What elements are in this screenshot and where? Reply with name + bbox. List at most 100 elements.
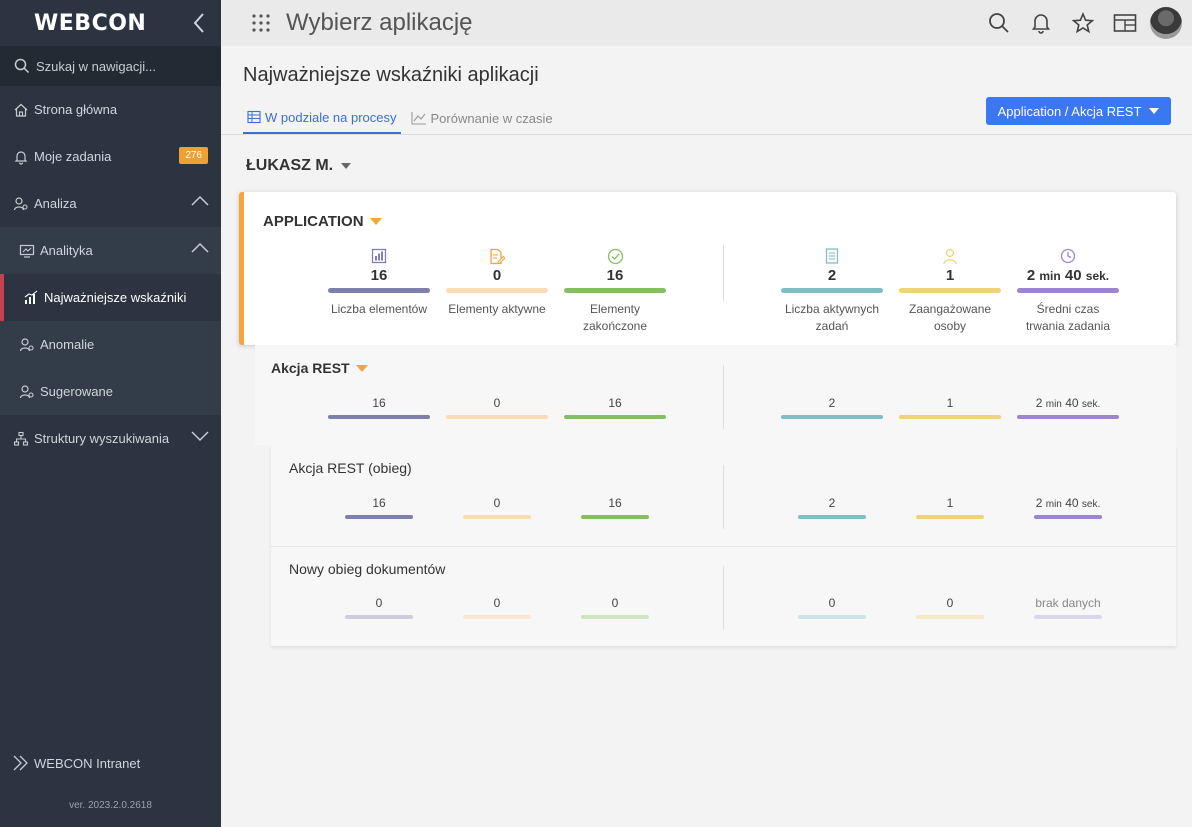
sidebar-item-search-structures[interactable]: Struktury wyszukiwania [0, 415, 221, 462]
metric-bar [581, 515, 649, 519]
metric-involved-people: 0 [899, 593, 1001, 619]
search-icon [14, 58, 30, 74]
sidebar-item-label: Analiza [34, 196, 77, 211]
metric-value: 0 [493, 496, 501, 510]
time-unit: min [1045, 499, 1062, 510]
akcja-rest-kpi-card: Akcja REST 16 0 16 2 1 2 min 40 sek. [255, 345, 1176, 445]
time-unit: min [1039, 269, 1061, 283]
chevron-up-icon [191, 195, 209, 210]
chevron-left-icon [193, 13, 204, 33]
card-title-text: Nowy obieg dokumentów [289, 561, 446, 577]
caret-down-icon [341, 163, 352, 169]
metric-value: 16 [370, 267, 388, 284]
star-icon [1072, 12, 1094, 34]
page-title: Najważniejsze wskaźniki aplikacji [243, 64, 539, 86]
metric-value: 1 [946, 396, 954, 410]
metric-bar [581, 615, 649, 619]
workflow-kpi-card: Akcja REST (obieg) 16 0 16 2 1 2 min 40 [271, 445, 1176, 646]
sidebar-item-label: Anomalie [40, 337, 95, 352]
notifications-button[interactable] [1020, 0, 1062, 46]
sidebar-item-anomalies[interactable]: Anomalie [0, 321, 221, 368]
process-select-button[interactable]: Application / Akcja REST [986, 97, 1171, 125]
sidebar-item-label: Moje zadania [34, 149, 112, 164]
metric-value: 1 [945, 267, 955, 284]
metric-bar [446, 288, 548, 293]
search-button[interactable] [978, 0, 1020, 46]
main-content: Najważniejsze wskaźniki aplikacji W podz… [221, 46, 1192, 827]
metric-value: 0 [828, 596, 836, 610]
metric-involved-people: 1 [899, 493, 1001, 519]
sidebar-item-kpi[interactable]: Najważniejsze wskaźniki [0, 274, 221, 321]
metric-divider [723, 566, 724, 630]
card-title-text: Akcja REST (obieg) [289, 460, 412, 476]
favorites-button[interactable] [1062, 0, 1104, 46]
metric-active-tasks: 2 Liczba aktywnych zadań [781, 246, 883, 335]
tab-over-time[interactable]: Porównanie w czasie [407, 102, 557, 134]
line-chart-icon [410, 112, 426, 125]
metric-value: 16 [606, 267, 624, 284]
sidebar-item-label: Analityka [40, 243, 93, 258]
sidebar: WEBCON Szukaj w nawigacji... Strona głów… [0, 0, 221, 827]
bell-icon [1031, 14, 1051, 34]
time-unit: sek. [1085, 269, 1110, 283]
metric-items-count: 16 [328, 393, 430, 419]
sidebar-item-intranet[interactable]: WEBCON Intranet [0, 741, 221, 785]
tab-by-process[interactable]: W podziale na procesy [243, 102, 401, 134]
metric-value: 16 [608, 396, 622, 410]
logo-row: WEBCON [0, 0, 221, 46]
application-title[interactable]: APPLICATION [263, 213, 382, 230]
dashboard-button[interactable] [1104, 0, 1146, 46]
user-filter[interactable]: ŁUKASZ M. [246, 157, 352, 175]
sidebar-item-home[interactable]: Strona główna [0, 86, 221, 133]
caret-down-icon [355, 364, 368, 372]
metric-bar [899, 288, 1001, 293]
akcja-rest-title[interactable]: Akcja REST [271, 360, 368, 376]
metric-active-tasks: 0 [781, 593, 883, 619]
collapse-sidebar-button[interactable] [189, 10, 209, 36]
akcja-rest-obieg-title[interactable]: Akcja REST (obieg) [289, 460, 412, 476]
home-icon [12, 101, 30, 119]
metric-active-tasks: 2 [781, 493, 883, 519]
time-minutes: 2 [1035, 396, 1043, 410]
app-selector-title[interactable]: Wybierz aplikację [286, 9, 473, 37]
metric-label: Liczba elementów [330, 302, 428, 316]
metric-value: 0 [493, 596, 501, 610]
bar-chart-icon [22, 289, 40, 307]
sidebar-item-analytics[interactable]: Analityka [0, 227, 221, 274]
chart-icon [328, 246, 430, 266]
apps-grid-icon[interactable] [251, 13, 271, 33]
metric-involved-people: 1 [899, 393, 1001, 419]
metric-label: Liczba aktywnych zadań [784, 302, 880, 333]
tab-label: Porównanie w czasie [430, 110, 553, 126]
metric-label: Elementy aktywne [448, 302, 546, 316]
metric-avg-task-time: 2 min 40 sek. [1017, 393, 1119, 419]
time-unit: sek. [1081, 399, 1101, 410]
document-edit-icon [446, 246, 548, 266]
nav-search-input[interactable]: Szukaj w nawigacji... [0, 46, 221, 86]
nav-search-placeholder: Szukaj w nawigacji... [36, 58, 156, 74]
sidebar-item-label: WEBCON Intranet [34, 755, 141, 771]
metric-active-items: 0 [446, 493, 548, 519]
hierarchy-icon [12, 430, 30, 448]
list-icon [781, 246, 883, 266]
metric-bar [463, 615, 531, 619]
metric-bar [564, 415, 666, 419]
metric-bar [345, 515, 413, 519]
metric-items-count: 16 Liczba elementów [328, 246, 430, 318]
tabs-divider [221, 134, 1192, 135]
sidebar-item-suggested[interactable]: Sugerowane [0, 368, 221, 415]
metric-active-items: 0 [446, 393, 548, 419]
user-name: ŁUKASZ M. [246, 157, 334, 174]
metric-value: 2 min 40 sek. [1017, 393, 1119, 413]
sidebar-item-analysis[interactable]: Analiza [0, 180, 221, 227]
sidebar-item-tasks[interactable]: Moje zadania 276 [0, 133, 221, 180]
card-divider [271, 546, 1176, 547]
metric-label: Średni czas trwania zadania [1025, 302, 1111, 333]
time-minutes: 2 [1026, 267, 1036, 284]
sidebar-item-label: Struktury wyszukiwania [34, 431, 170, 446]
nowy-obieg-title[interactable]: Nowy obieg dokumentów [289, 561, 445, 577]
metric-divider [723, 365, 724, 429]
user-avatar[interactable] [1150, 7, 1182, 39]
caret-down-icon [1149, 108, 1160, 114]
metric-value: 0 [493, 396, 501, 410]
